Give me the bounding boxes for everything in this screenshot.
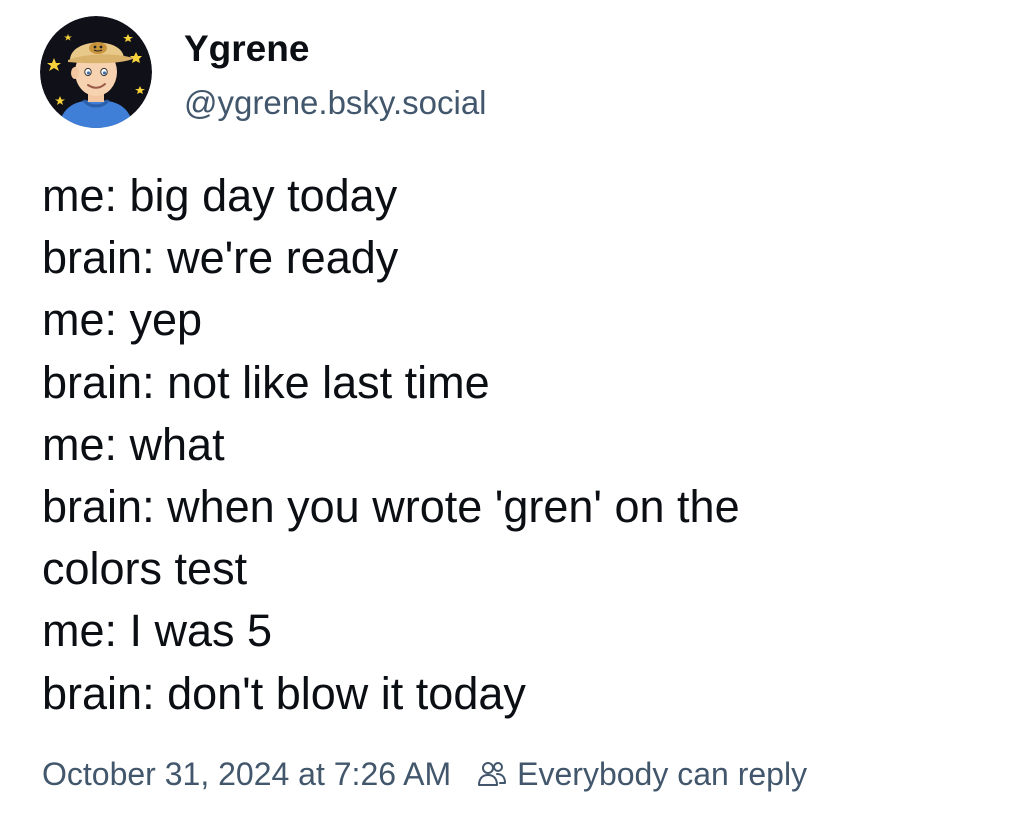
author-names[interactable]: Ygrene @ygrene.bsky.social: [184, 21, 487, 123]
author-handle[interactable]: @ygrene.bsky.social: [184, 83, 487, 123]
people-icon: [478, 762, 507, 786]
post-text-line: brain: not like last time: [42, 356, 490, 408]
post-text-line: colors test: [42, 543, 248, 595]
post-card: Ygrene @ygrene.bsky.social me: big day t…: [0, 0, 1024, 817]
post-text-line: me: what: [42, 418, 225, 470]
post-text-line: me: big day today: [42, 170, 398, 221]
avatar[interactable]: [40, 16, 152, 128]
cartoon-avatar-icon: [40, 16, 152, 128]
post-author[interactable]: Ygrene @ygrene.bsky.social: [40, 16, 487, 128]
reply-setting[interactable]: Everybody can reply: [477, 752, 807, 796]
post-text-line: brain: we're ready: [42, 232, 399, 284]
author-display-name[interactable]: Ygrene: [184, 27, 487, 71]
post-text-line: me: yep: [42, 294, 203, 346]
reply-setting-label: Everybody can reply: [517, 756, 808, 792]
post-text-line: me: I was 5: [42, 605, 273, 657]
post-text-line: brain: when you wrote 'gren' on the: [42, 481, 740, 533]
post-text: me: big day today brain: we're ready me:…: [42, 165, 1002, 725]
post-meta: October 31, 2024 at 7:26 AM Everybody ca…: [42, 752, 807, 796]
post-text-line: brain: don't blow it today: [42, 667, 526, 719]
post-timestamp[interactable]: October 31, 2024 at 7:26 AM: [42, 752, 451, 796]
